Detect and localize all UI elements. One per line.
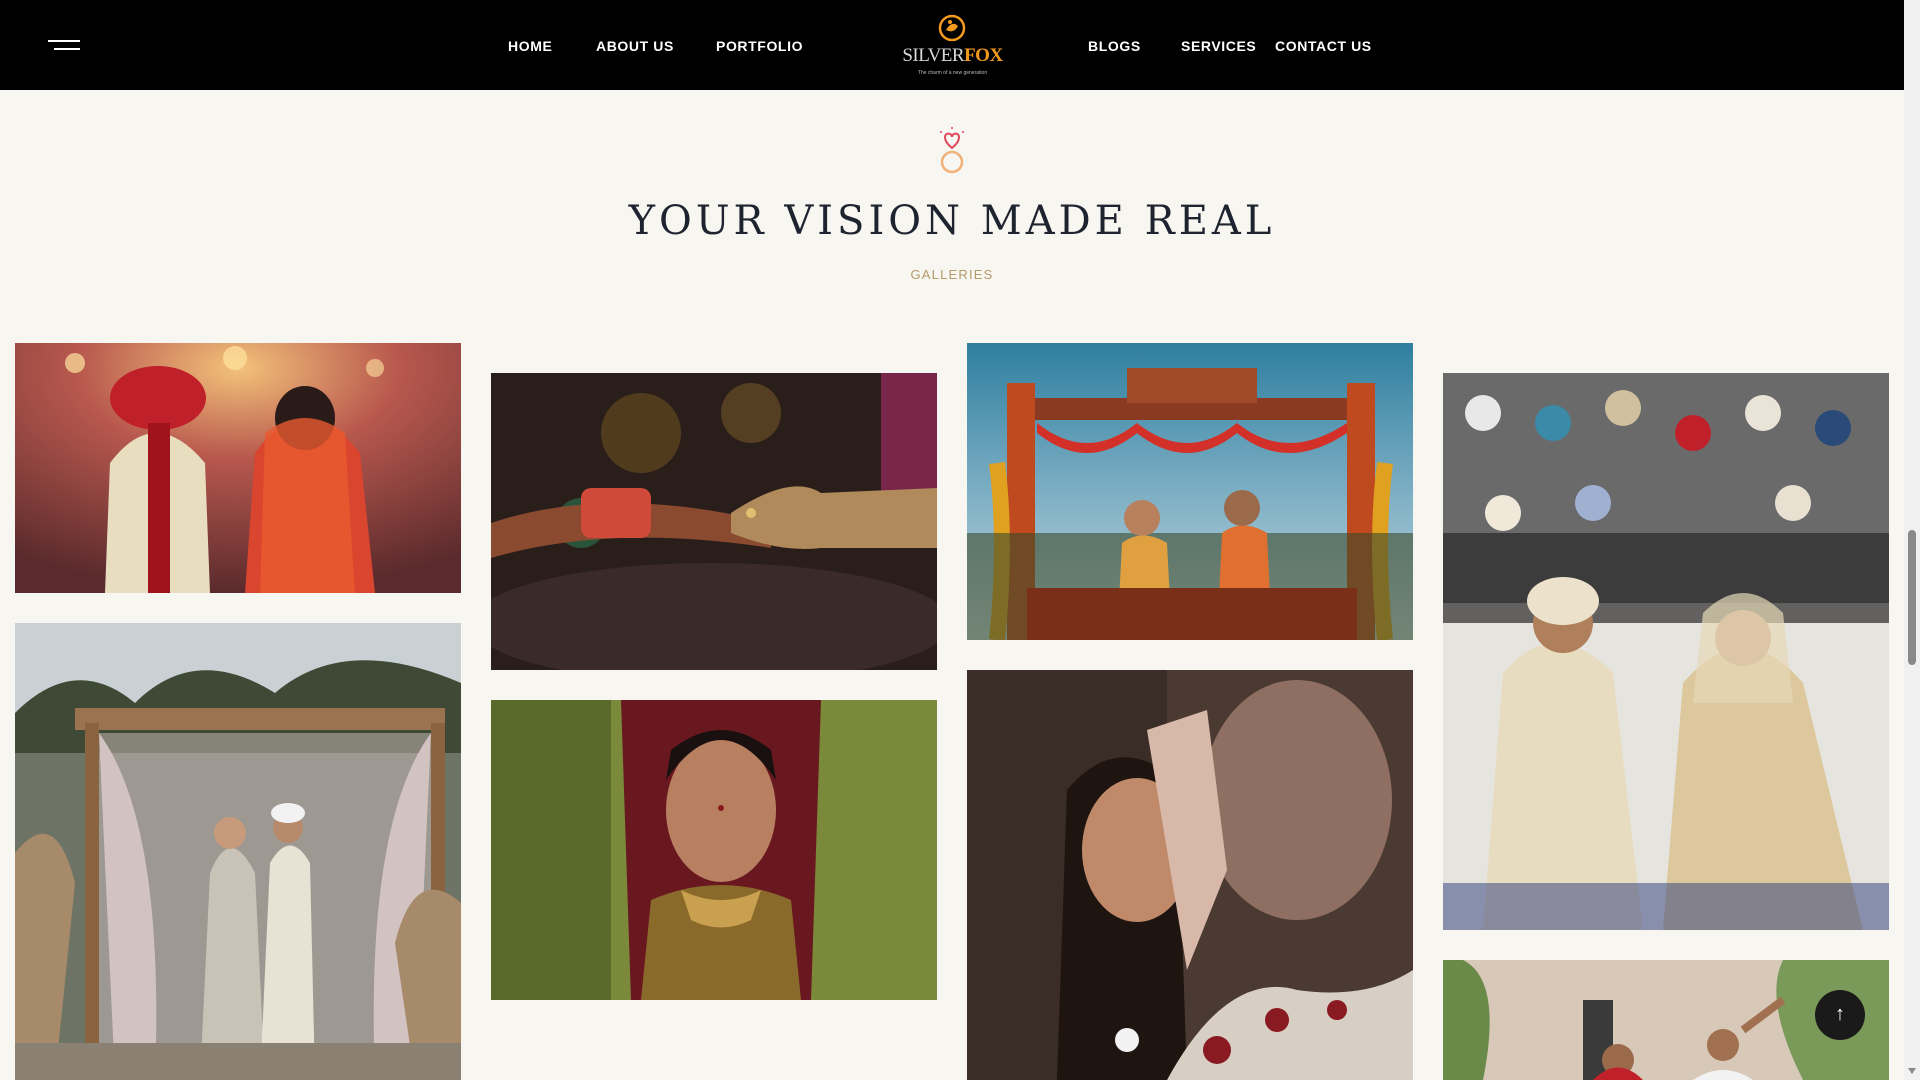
- nav-home[interactable]: HOME: [508, 38, 552, 54]
- scrollbar-thumb[interactable]: [1908, 530, 1916, 665]
- section-title: YOUR VISION MADE REAL: [628, 198, 1276, 244]
- nav-about-us[interactable]: ABOUT US: [596, 38, 674, 54]
- site-logo[interactable]: SILVERFOX The charm of a new generation: [900, 12, 1005, 82]
- site-header: HOME ABOUT US PORTFOLIO SILVERFOX The ch…: [0, 0, 1904, 90]
- logo-tagline: The charm of a new generation: [917, 70, 988, 76]
- page-scrollbar[interactable]: [1904, 0, 1920, 1080]
- arrow-up-icon: ↑: [1835, 1003, 1845, 1025]
- pergola-couple-photo[interactable]: [15, 623, 461, 1080]
- couple-back-view-photo[interactable]: [15, 343, 461, 593]
- ring-heart-icon: [940, 127, 964, 174]
- section-subtitle: GALLERIES: [910, 267, 994, 282]
- nav-contact-us[interactable]: CONTACT US: [1275, 38, 1372, 54]
- scroll-down-arrow-icon[interactable]: [1908, 1068, 1916, 1074]
- nav-services[interactable]: SERVICES: [1181, 38, 1256, 54]
- smiling-bride-photo[interactable]: [967, 670, 1413, 1080]
- logo-wordmark: SILVERFOX: [902, 45, 1003, 66]
- floral-swing-photo[interactable]: [967, 343, 1413, 640]
- bride-portrait-photo[interactable]: [491, 700, 937, 1000]
- nav-portfolio[interactable]: PORTFOLIO: [716, 38, 803, 54]
- fox-logo-icon: [938, 14, 966, 42]
- back-to-top-button[interactable]: ↑: [1815, 990, 1865, 1040]
- sikh-ceremony-photo[interactable]: [1443, 373, 1889, 930]
- menu-toggle-icon[interactable]: [48, 38, 82, 52]
- nav-blogs[interactable]: BLOGS: [1088, 38, 1141, 54]
- ring-exchange-photo[interactable]: [491, 373, 937, 670]
